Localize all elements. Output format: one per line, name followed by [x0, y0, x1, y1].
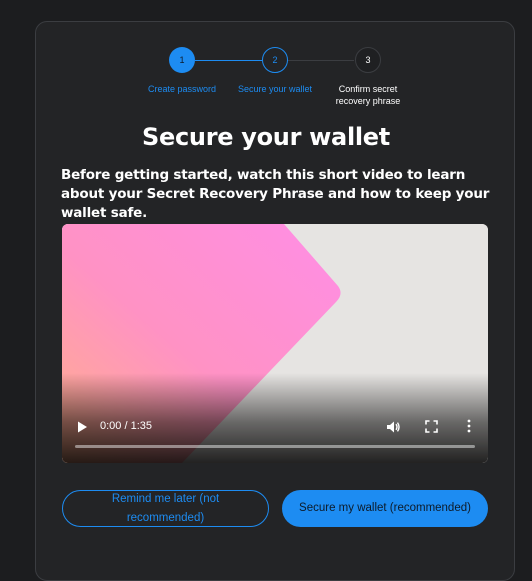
step-3-indicator: 3: [355, 47, 381, 73]
play-icon[interactable]: [75, 420, 89, 434]
step-2-number: 2: [272, 55, 278, 65]
step-connector-complete: [195, 60, 262, 61]
video-controls-shade: [62, 373, 488, 463]
step-2-indicator: 2: [262, 47, 288, 73]
video-player[interactable]: 0:00 / 1:35: [62, 224, 488, 463]
step-1-label: Create password: [147, 84, 217, 94]
step-1-number: 1: [179, 55, 185, 65]
page-title: Secure your wallet: [142, 123, 390, 151]
remind-me-later-button[interactable]: Remind me later (not recommended): [62, 490, 269, 527]
step-3-label: Confirm secret recovery phrase: [335, 84, 401, 106]
fullscreen-icon[interactable]: [425, 420, 438, 433]
video-time-display: 0:00 / 1:35: [100, 420, 152, 432]
intro-text: Before getting started, watch this short…: [61, 167, 490, 221]
progress-stepper: 1 2 3 Create password Secure your wallet…: [0, 0, 532, 106]
step-3-number: 3: [365, 55, 371, 65]
step-1-indicator: 1: [169, 47, 195, 73]
step-2-label: Secure your wallet: [237, 84, 313, 94]
more-options-icon[interactable]: [466, 419, 472, 433]
video-progress-bar[interactable]: [75, 445, 475, 448]
step-connector-upcoming: [288, 60, 354, 61]
volume-icon[interactable]: [385, 419, 401, 435]
secure-my-wallet-button[interactable]: Secure my wallet (recommended): [282, 490, 488, 527]
